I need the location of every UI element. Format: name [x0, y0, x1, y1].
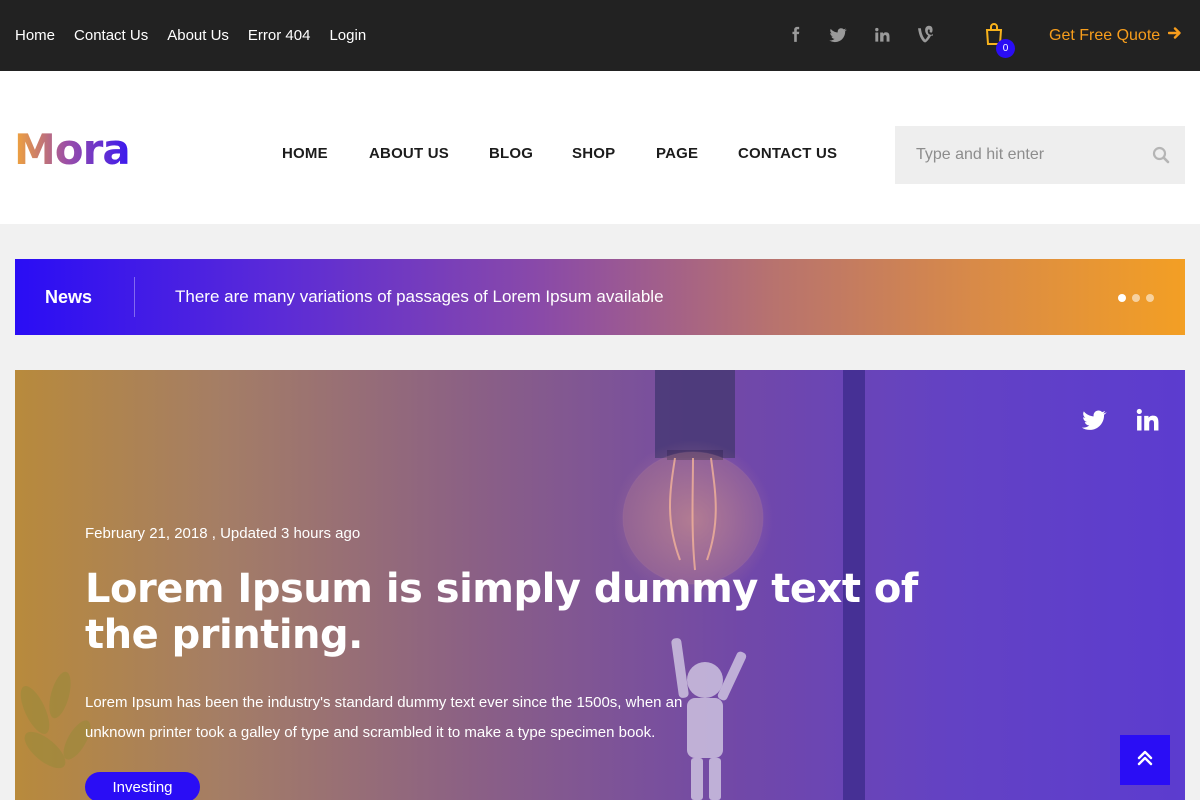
scroll-to-top-button[interactable]	[1120, 735, 1170, 785]
nav-item-about-us[interactable]: ABOUT US	[369, 145, 449, 162]
twitter-share-icon[interactable]	[1080, 406, 1108, 434]
twitter-icon[interactable]	[828, 25, 848, 50]
nav-item-page[interactable]: PAGE	[656, 145, 698, 162]
nav-item-shop[interactable]: SHOP	[572, 145, 615, 162]
ticker-label: News	[45, 286, 93, 307]
arrow-right-icon	[1167, 26, 1182, 45]
vine-icon[interactable]	[916, 25, 936, 50]
search-input[interactable]	[895, 126, 1145, 184]
ticker-dot-3[interactable]	[1146, 294, 1154, 302]
hero-banner: February 21, 2018 , Updated 3 hours ago …	[15, 370, 1185, 800]
search-box	[895, 126, 1185, 184]
ticker-headline[interactable]: There are many variations of passages of…	[175, 259, 664, 335]
post-category-tag[interactable]: Investing	[85, 772, 200, 800]
ticker-dot-2[interactable]	[1132, 294, 1140, 302]
post-title[interactable]: Lorem Ipsum is simply dummy text of the …	[85, 566, 945, 658]
ticker-dot-1[interactable]	[1118, 294, 1126, 302]
linkedin-icon[interactable]	[872, 25, 892, 50]
ticker-pagination	[1118, 294, 1154, 302]
top-link-about-us[interactable]: About Us	[167, 27, 229, 44]
site-logo[interactable]: Mora	[14, 125, 131, 175]
top-bar: Home Contact Us About Us Error 404 Login…	[0, 0, 1200, 71]
top-links: Home Contact Us About Us Error 404 Login	[15, 0, 366, 71]
nav-item-blog[interactable]: BLOG	[489, 145, 533, 162]
get-free-quote-label: Get Free Quote	[1049, 26, 1161, 44]
get-free-quote-link[interactable]: Get Free Quote	[1049, 0, 1182, 71]
site-header: Mora HOME ABOUT US BLOG SHOP PAGE CONTAC…	[0, 71, 1200, 224]
top-link-login[interactable]: Login	[329, 27, 366, 44]
nav-item-contact-us[interactable]: CONTACT US	[738, 145, 837, 162]
ticker-divider	[134, 277, 135, 317]
cart-count-badge: 0	[996, 39, 1015, 58]
facebook-icon[interactable]	[786, 25, 806, 50]
nav-item-home[interactable]: HOME	[282, 145, 328, 162]
post-date: February 21, 2018 , Updated 3 hours ago	[85, 525, 361, 542]
linkedin-share-icon[interactable]	[1133, 406, 1161, 434]
top-link-error-404[interactable]: Error 404	[248, 27, 311, 44]
top-link-contact-us[interactable]: Contact Us	[74, 27, 148, 44]
search-icon[interactable]	[1152, 146, 1170, 164]
post-excerpt: Lorem Ipsum has been the industry's stan…	[85, 694, 683, 741]
top-link-home[interactable]: Home	[15, 27, 55, 44]
double-chevron-up-icon	[1136, 749, 1154, 772]
news-ticker: News There are many variations of passag…	[15, 259, 1185, 335]
